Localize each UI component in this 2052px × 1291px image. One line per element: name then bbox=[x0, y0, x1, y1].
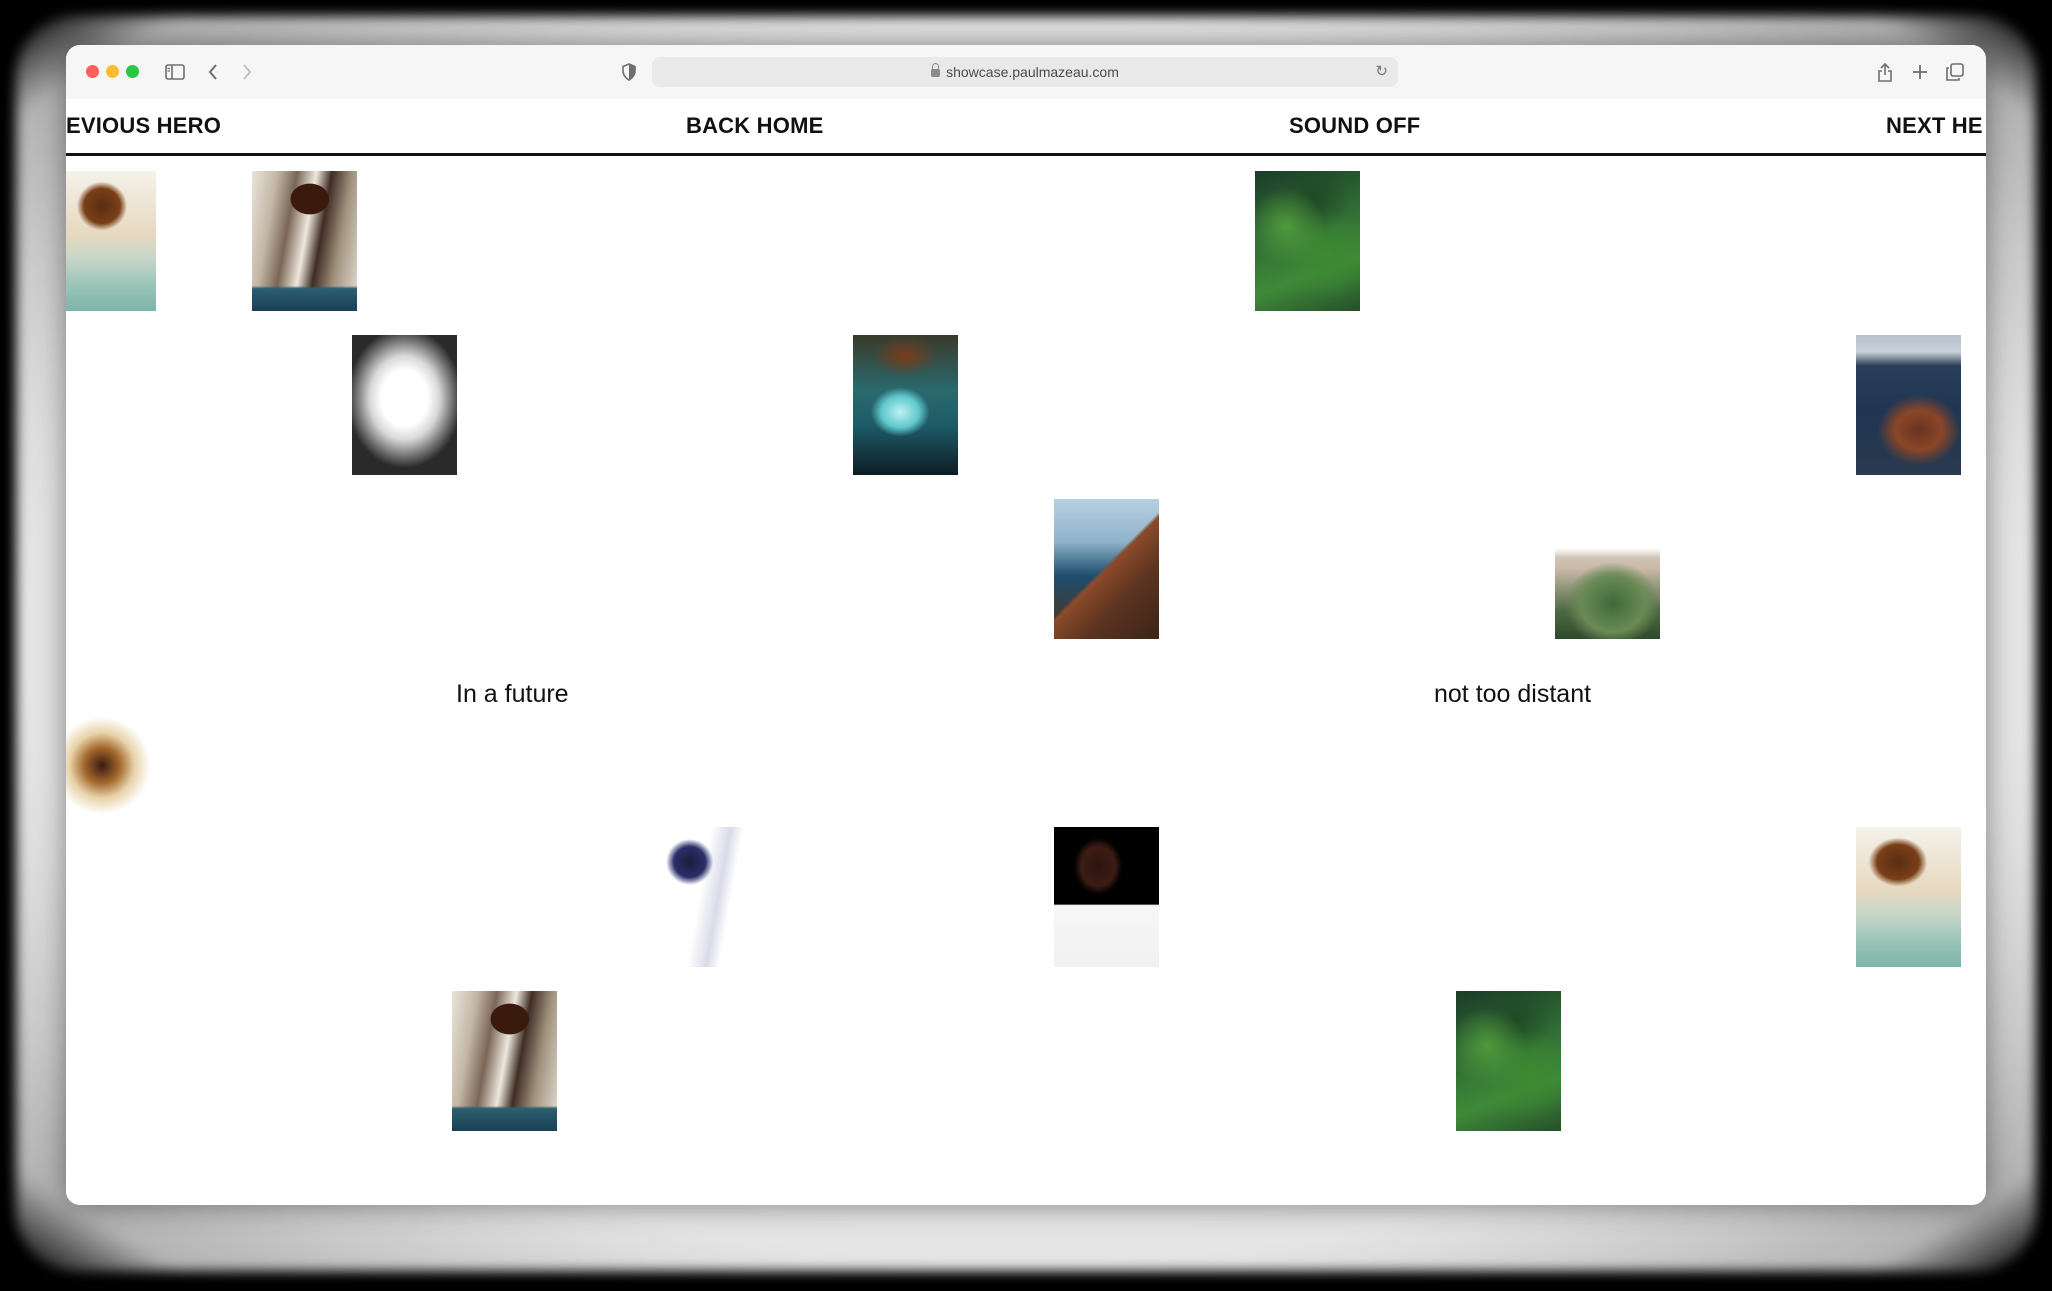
next-hero-link[interactable]: NEXT HE bbox=[1886, 113, 1983, 139]
gallery-image-hill bbox=[1555, 499, 1660, 639]
gallery-image-man-1 bbox=[653, 827, 758, 967]
back-arrow-icon[interactable] bbox=[200, 59, 226, 85]
gallery-image-water bbox=[853, 335, 958, 475]
image-gallery: In a future not too distant bbox=[66, 156, 1986, 1205]
share-icon[interactable] bbox=[1872, 59, 1898, 85]
privacy-shield-icon[interactable] bbox=[616, 59, 642, 85]
gallery-image-coast bbox=[1856, 335, 1961, 475]
browser-window: showcase.paulmazeau.com ↻ EVIOUS HERO BA… bbox=[66, 45, 1986, 1205]
gallery-image-cliff-2 bbox=[252, 171, 357, 311]
hero-navigation: EVIOUS HERO BACK HOME SOUND OFF NEXT HE bbox=[66, 99, 1986, 156]
previous-hero-link[interactable]: EVIOUS HERO bbox=[66, 113, 221, 139]
new-tab-icon[interactable] bbox=[1907, 59, 1933, 85]
url-text: showcase.paulmazeau.com bbox=[946, 64, 1119, 80]
minimize-window-button[interactable] bbox=[106, 65, 119, 78]
sidebar-toggle-icon[interactable] bbox=[162, 59, 188, 85]
sound-toggle-link[interactable]: SOUND OFF bbox=[1289, 113, 1420, 139]
gallery-image-cliff-3 bbox=[1856, 827, 1961, 967]
lock-icon bbox=[931, 63, 941, 77]
browser-toolbar: showcase.paulmazeau.com ↻ bbox=[66, 45, 1986, 100]
forward-arrow-icon[interactable] bbox=[234, 59, 260, 85]
caption-in-a-future: In a future bbox=[456, 680, 569, 708]
back-home-link[interactable]: BACK HOME bbox=[686, 113, 823, 139]
gallery-image-cliff-1 bbox=[66, 171, 156, 311]
screenshot-frame: showcase.paulmazeau.com ↻ EVIOUS HERO BA… bbox=[0, 0, 2052, 1291]
caption-not-too-distant: not too distant bbox=[1434, 680, 1592, 708]
gallery-image-green-2 bbox=[1456, 991, 1561, 1131]
reload-icon[interactable]: ↻ bbox=[1375, 62, 1388, 80]
gallery-image-rocks bbox=[1054, 499, 1159, 639]
close-window-button[interactable] bbox=[86, 65, 99, 78]
address-bar[interactable]: showcase.paulmazeau.com ↻ bbox=[652, 57, 1398, 87]
gallery-image-green-1 bbox=[1255, 171, 1360, 311]
gallery-image-cliff-4 bbox=[452, 991, 557, 1131]
tab-overview-icon[interactable] bbox=[1942, 59, 1968, 85]
maximize-window-button[interactable] bbox=[126, 65, 139, 78]
gallery-image-glow bbox=[352, 335, 457, 475]
gallery-image-faded bbox=[66, 716, 156, 826]
gallery-image-man-2 bbox=[1054, 827, 1159, 967]
